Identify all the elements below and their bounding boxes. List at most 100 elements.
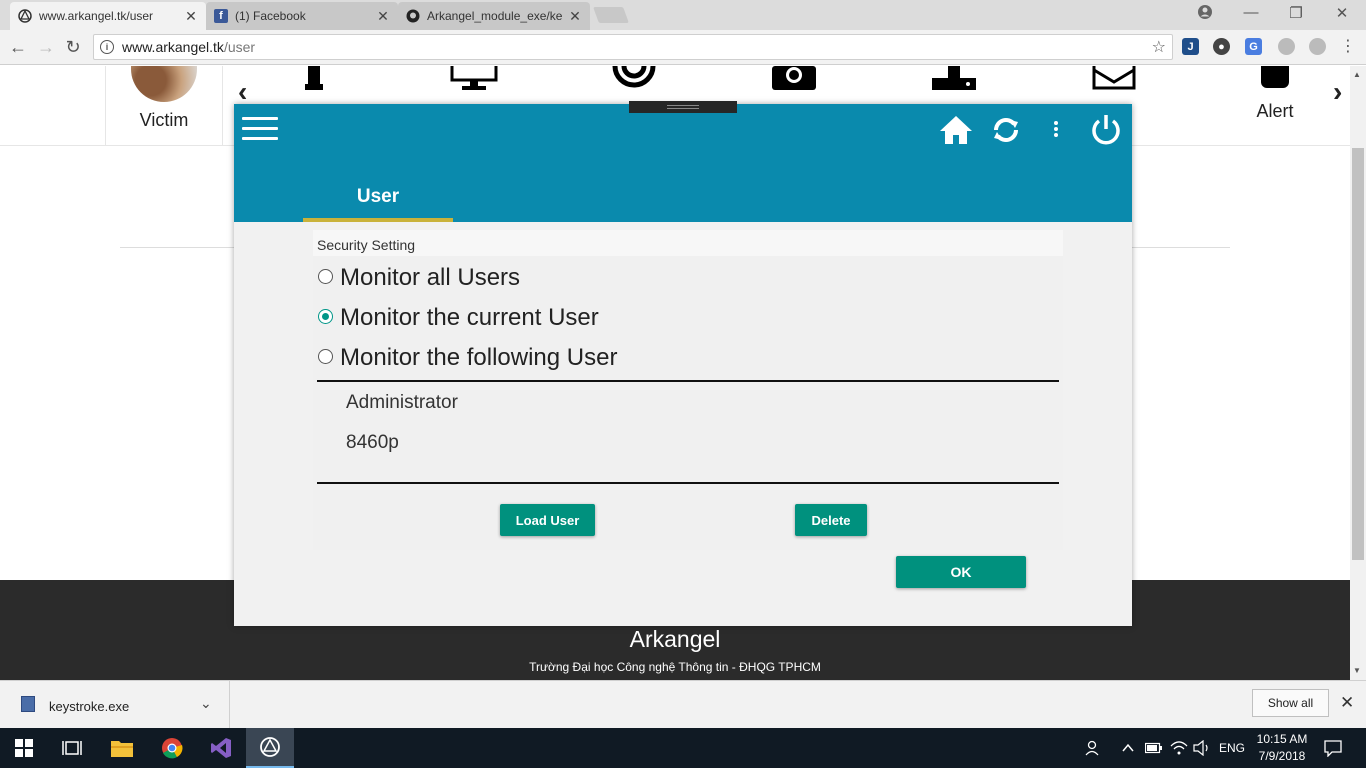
system-clock[interactable]: 10:15 AM 7/9/2018 xyxy=(1252,731,1312,765)
chevron-down-icon[interactable]: ⌄ xyxy=(200,695,212,712)
footer-brand: Arkangel xyxy=(629,626,721,652)
site-info-icon[interactable]: i xyxy=(100,40,114,54)
file-explorer-icon[interactable] xyxy=(98,728,146,768)
chrome-icon[interactable] xyxy=(148,728,196,768)
url-host: www.arkangel.tk xyxy=(122,39,224,55)
task-view-icon[interactable] xyxy=(48,728,96,768)
victim-label: Victim xyxy=(139,110,189,130)
victim-avatar xyxy=(131,66,197,102)
scroll-thumb[interactable] xyxy=(1352,148,1364,560)
nav-next-icon[interactable]: › xyxy=(1333,76,1342,108)
camera-icon[interactable] xyxy=(772,66,816,99)
close-tab-icon[interactable]: ✕ xyxy=(376,8,390,25)
load-user-button[interactable]: Load User xyxy=(500,504,595,536)
restore-icon[interactable]: ❐ xyxy=(1286,4,1306,24)
visual-studio-icon[interactable] xyxy=(197,728,245,768)
back-icon[interactable]: ← xyxy=(8,37,28,57)
windows-taskbar: ENG 10:15 AM 7/9/2018 xyxy=(0,728,1366,768)
scroll-up-icon[interactable]: ▲ xyxy=(1353,70,1361,79)
tab-user[interactable]: User xyxy=(303,174,453,222)
user-list-item[interactable]: Administrator xyxy=(346,392,458,414)
user-list-item[interactable]: 8460p xyxy=(346,432,399,454)
url-path: /user xyxy=(223,39,256,55)
github-icon xyxy=(406,9,420,23)
close-tab-icon[interactable]: ✕ xyxy=(568,8,582,25)
info-icon[interactable] xyxy=(305,66,323,99)
alert-label: Alert xyxy=(1256,101,1294,121)
radio-button[interactable] xyxy=(318,349,333,364)
dialog-header: User xyxy=(234,104,1132,222)
download-item[interactable]: keystroke.exe ⌄ xyxy=(0,681,230,729)
power-icon[interactable] xyxy=(1088,112,1124,148)
footer-subtitle: Trường Đại học Công nghệ Thông tin - ĐHQ… xyxy=(529,660,821,674)
bookmark-star-icon[interactable]: ☆ xyxy=(1152,37,1166,57)
browser-tab-strip: www.arkangel.tk/user ✕ f (1) Facebook ✕ … xyxy=(0,0,1366,30)
option-monitor-current-user[interactable]: Monitor the current User xyxy=(318,304,599,332)
monitor-icon[interactable] xyxy=(450,66,498,99)
list-bottom-border xyxy=(317,482,1059,484)
dialog-drag-handle[interactable] xyxy=(629,101,737,113)
tab-github[interactable]: Arkangel_module_exe/ke ✕ xyxy=(398,2,590,30)
action-center-icon[interactable] xyxy=(1324,728,1342,768)
clock-date: 7/9/2018 xyxy=(1258,749,1306,763)
chevron-up-icon[interactable] xyxy=(1121,728,1135,768)
address-bar[interactable]: i www.arkangel.tk/user ☆ xyxy=(93,34,1173,60)
option-monitor-all-users[interactable]: Monitor all Users xyxy=(318,264,520,292)
new-tab-button[interactable] xyxy=(593,7,629,23)
windows-start-icon[interactable] xyxy=(0,728,48,768)
option-label: Monitor all Users xyxy=(340,264,521,291)
exe-file-icon xyxy=(21,696,35,712)
google-translate-icon[interactable]: G xyxy=(1245,38,1262,55)
extension-gray-icon[interactable] xyxy=(1278,38,1295,55)
download-icon[interactable] xyxy=(932,66,976,99)
radio-button[interactable] xyxy=(318,269,333,284)
profile-icon[interactable] xyxy=(1195,4,1215,24)
more-options-icon[interactable] xyxy=(1046,112,1066,148)
chrome-menu-icon[interactable]: ⋮ xyxy=(1338,37,1358,57)
close-window-icon[interactable]: ✕ xyxy=(1332,4,1352,24)
show-all-button[interactable]: Show all xyxy=(1252,689,1329,717)
close-download-bar-icon[interactable]: ✕ xyxy=(1340,693,1354,713)
list-top-border xyxy=(317,380,1059,382)
download-bar: keystroke.exe ⌄ Show all ✕ xyxy=(0,680,1366,729)
hamburger-menu-icon[interactable] xyxy=(242,117,278,143)
download-file-name: keystroke.exe xyxy=(49,699,130,714)
language-indicator[interactable]: ENG xyxy=(1219,728,1245,768)
home-icon[interactable] xyxy=(938,112,974,148)
extension-j-icon[interactable]: J xyxy=(1182,38,1199,55)
refresh-icon[interactable] xyxy=(988,112,1024,148)
page-scrollbar[interactable]: ▲ ▼ xyxy=(1350,66,1366,680)
extension-circle-icon[interactable]: ● xyxy=(1213,38,1230,55)
people-icon[interactable] xyxy=(1085,728,1103,768)
scroll-down-icon[interactable]: ▼ xyxy=(1353,666,1361,675)
mail-icon[interactable] xyxy=(1092,66,1136,99)
delete-button[interactable]: Delete xyxy=(795,504,867,536)
tab-title: (1) Facebook xyxy=(235,9,306,23)
target-icon[interactable] xyxy=(612,66,656,99)
option-label: Monitor the current User xyxy=(340,304,599,331)
victim-selector[interactable]: Victim xyxy=(105,66,223,146)
alert-nav-item[interactable]: Alert xyxy=(1245,66,1305,122)
facebook-icon: f xyxy=(214,9,228,23)
radio-button-selected[interactable] xyxy=(318,309,333,324)
option-monitor-following-user[interactable]: Monitor the following User xyxy=(318,344,617,372)
user-settings-dialog: User Security Setting Monitor all Users … xyxy=(234,104,1132,626)
option-label: Monitor the following User xyxy=(340,344,618,371)
battery-icon[interactable] xyxy=(1145,728,1163,768)
forward-icon[interactable]: → xyxy=(36,37,56,57)
section-title: Security Setting xyxy=(313,230,1063,256)
extension-gear-icon[interactable] xyxy=(1309,38,1326,55)
tab-title: Arkangel_module_exe/ke xyxy=(427,9,563,23)
minimize-icon[interactable]: — xyxy=(1241,4,1261,24)
ok-button[interactable]: OK xyxy=(896,556,1026,588)
clock-time: 10:15 AM xyxy=(1256,732,1308,746)
close-tab-icon[interactable]: ✕ xyxy=(184,8,198,25)
tab-arkangel[interactable]: www.arkangel.tk/user ✕ xyxy=(10,2,206,30)
browser-toolbar: ← → ↻ i www.arkangel.tk/user ☆ J ● G ⋮ xyxy=(0,30,1366,65)
security-setting-card: Security Setting Monitor all Users Monit… xyxy=(313,230,1063,550)
reload-icon[interactable]: ↻ xyxy=(63,37,83,57)
volume-icon[interactable] xyxy=(1193,728,1211,768)
tab-facebook[interactable]: f (1) Facebook ✕ xyxy=(206,2,398,30)
arkangel-app-icon[interactable] xyxy=(246,728,294,768)
wifi-icon[interactable] xyxy=(1170,728,1188,768)
